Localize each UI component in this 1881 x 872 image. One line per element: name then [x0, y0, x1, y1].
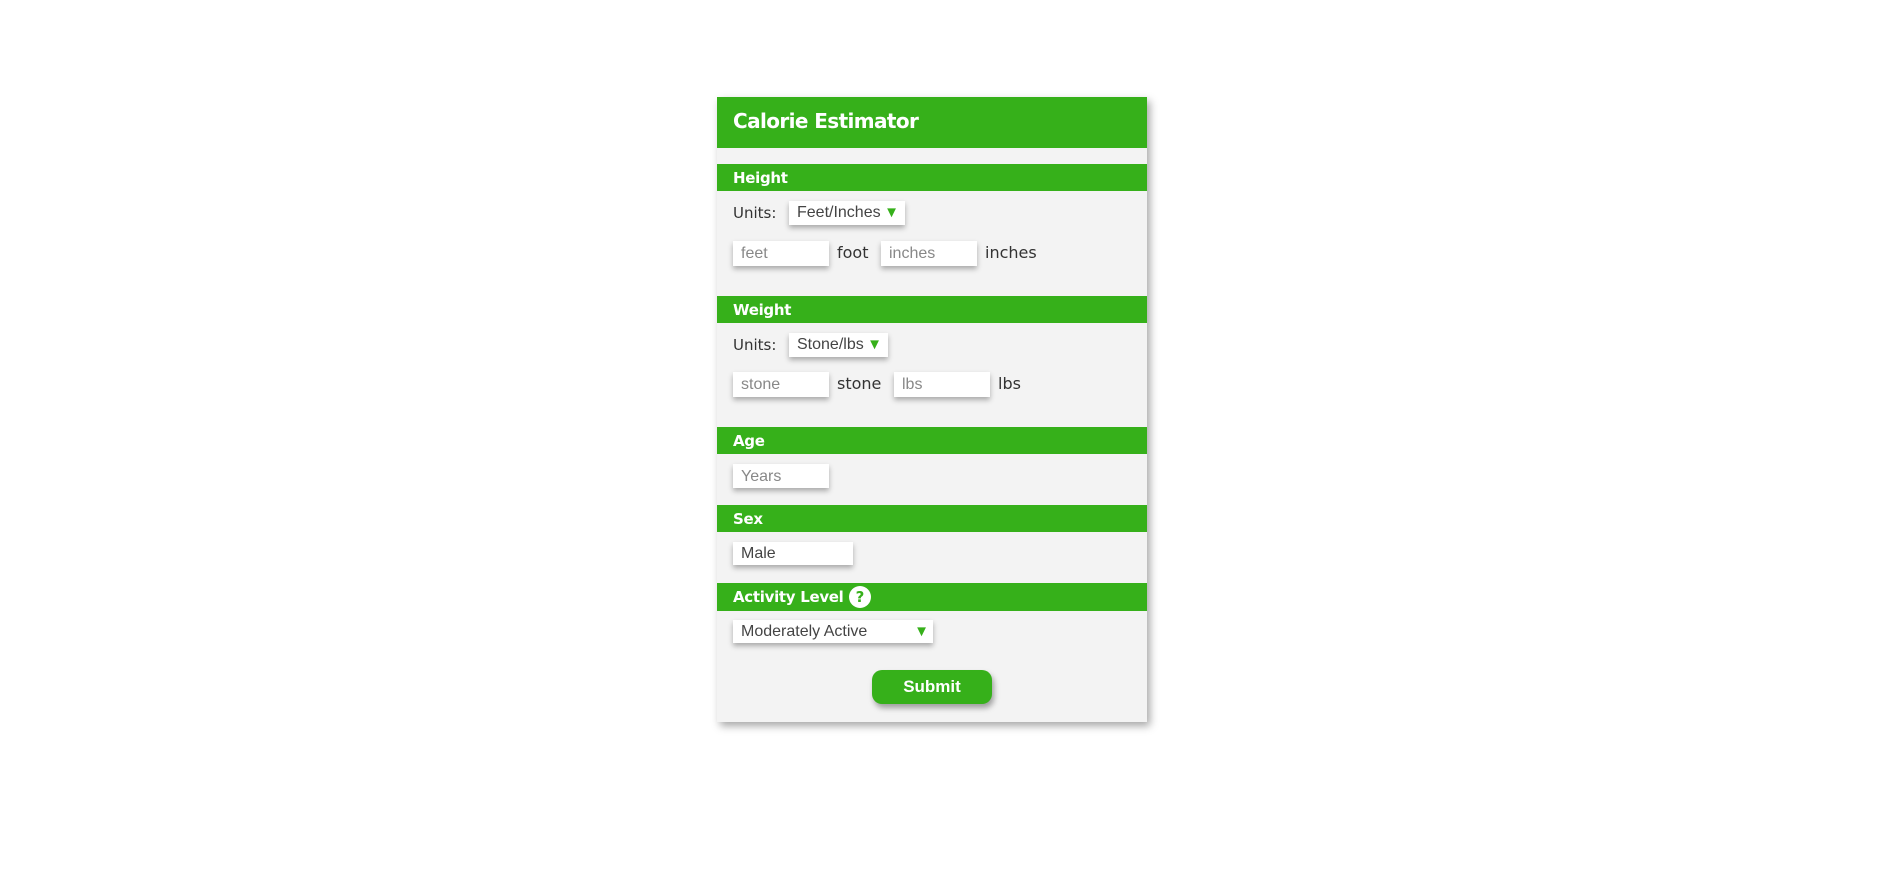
help-icon[interactable]: ?	[849, 586, 871, 608]
height-units-value: Feet/Inches	[797, 204, 881, 221]
weight-units-value: Stone/lbs	[797, 336, 864, 353]
sex-header-label: Sex	[733, 510, 763, 528]
feet-unit-label: foot	[837, 243, 869, 262]
age-header-label: Age	[733, 432, 765, 450]
lbs-input[interactable]	[894, 372, 990, 397]
chevron-down-icon: ▼	[867, 336, 882, 353]
sex-value: Male	[741, 545, 776, 562]
page-title: Calorie Estimator	[733, 109, 919, 133]
inches-unit-label: inches	[985, 243, 1037, 262]
activity-level-select[interactable]: Moderately Active ▼	[733, 620, 933, 643]
height-units-label: Units:	[733, 204, 777, 222]
weight-units-label: Units:	[733, 336, 777, 354]
stone-input[interactable]	[733, 372, 829, 397]
activity-header-label: Activity Level	[733, 588, 844, 606]
lbs-unit-label: lbs	[998, 374, 1021, 393]
inches-input[interactable]	[881, 241, 977, 266]
title-bar: Calorie Estimator	[717, 97, 1147, 148]
stone-unit-label: stone	[837, 374, 882, 393]
chevron-down-icon: ▼	[914, 623, 929, 640]
weight-section-header: Weight	[717, 296, 1147, 323]
height-header-label: Height	[733, 169, 788, 187]
weight-units-select[interactable]: Stone/lbs ▼	[789, 333, 888, 357]
height-section-header: Height	[717, 164, 1147, 191]
submit-button[interactable]: Submit	[872, 670, 992, 704]
sex-section-header: Sex	[717, 505, 1147, 532]
age-input[interactable]	[733, 464, 829, 488]
height-units-select[interactable]: Feet/Inches ▼	[789, 201, 905, 225]
calorie-estimator-card: Calorie Estimator Height Units: Feet/Inc…	[717, 97, 1147, 722]
sex-select[interactable]: Male	[733, 542, 853, 565]
weight-header-label: Weight	[733, 301, 792, 319]
activity-section-header: Activity Level ?	[717, 583, 1147, 611]
age-section-header: Age	[717, 427, 1147, 454]
activity-level-value: Moderately Active	[741, 623, 868, 640]
chevron-down-icon: ▼	[884, 204, 899, 221]
feet-input[interactable]	[733, 241, 829, 266]
